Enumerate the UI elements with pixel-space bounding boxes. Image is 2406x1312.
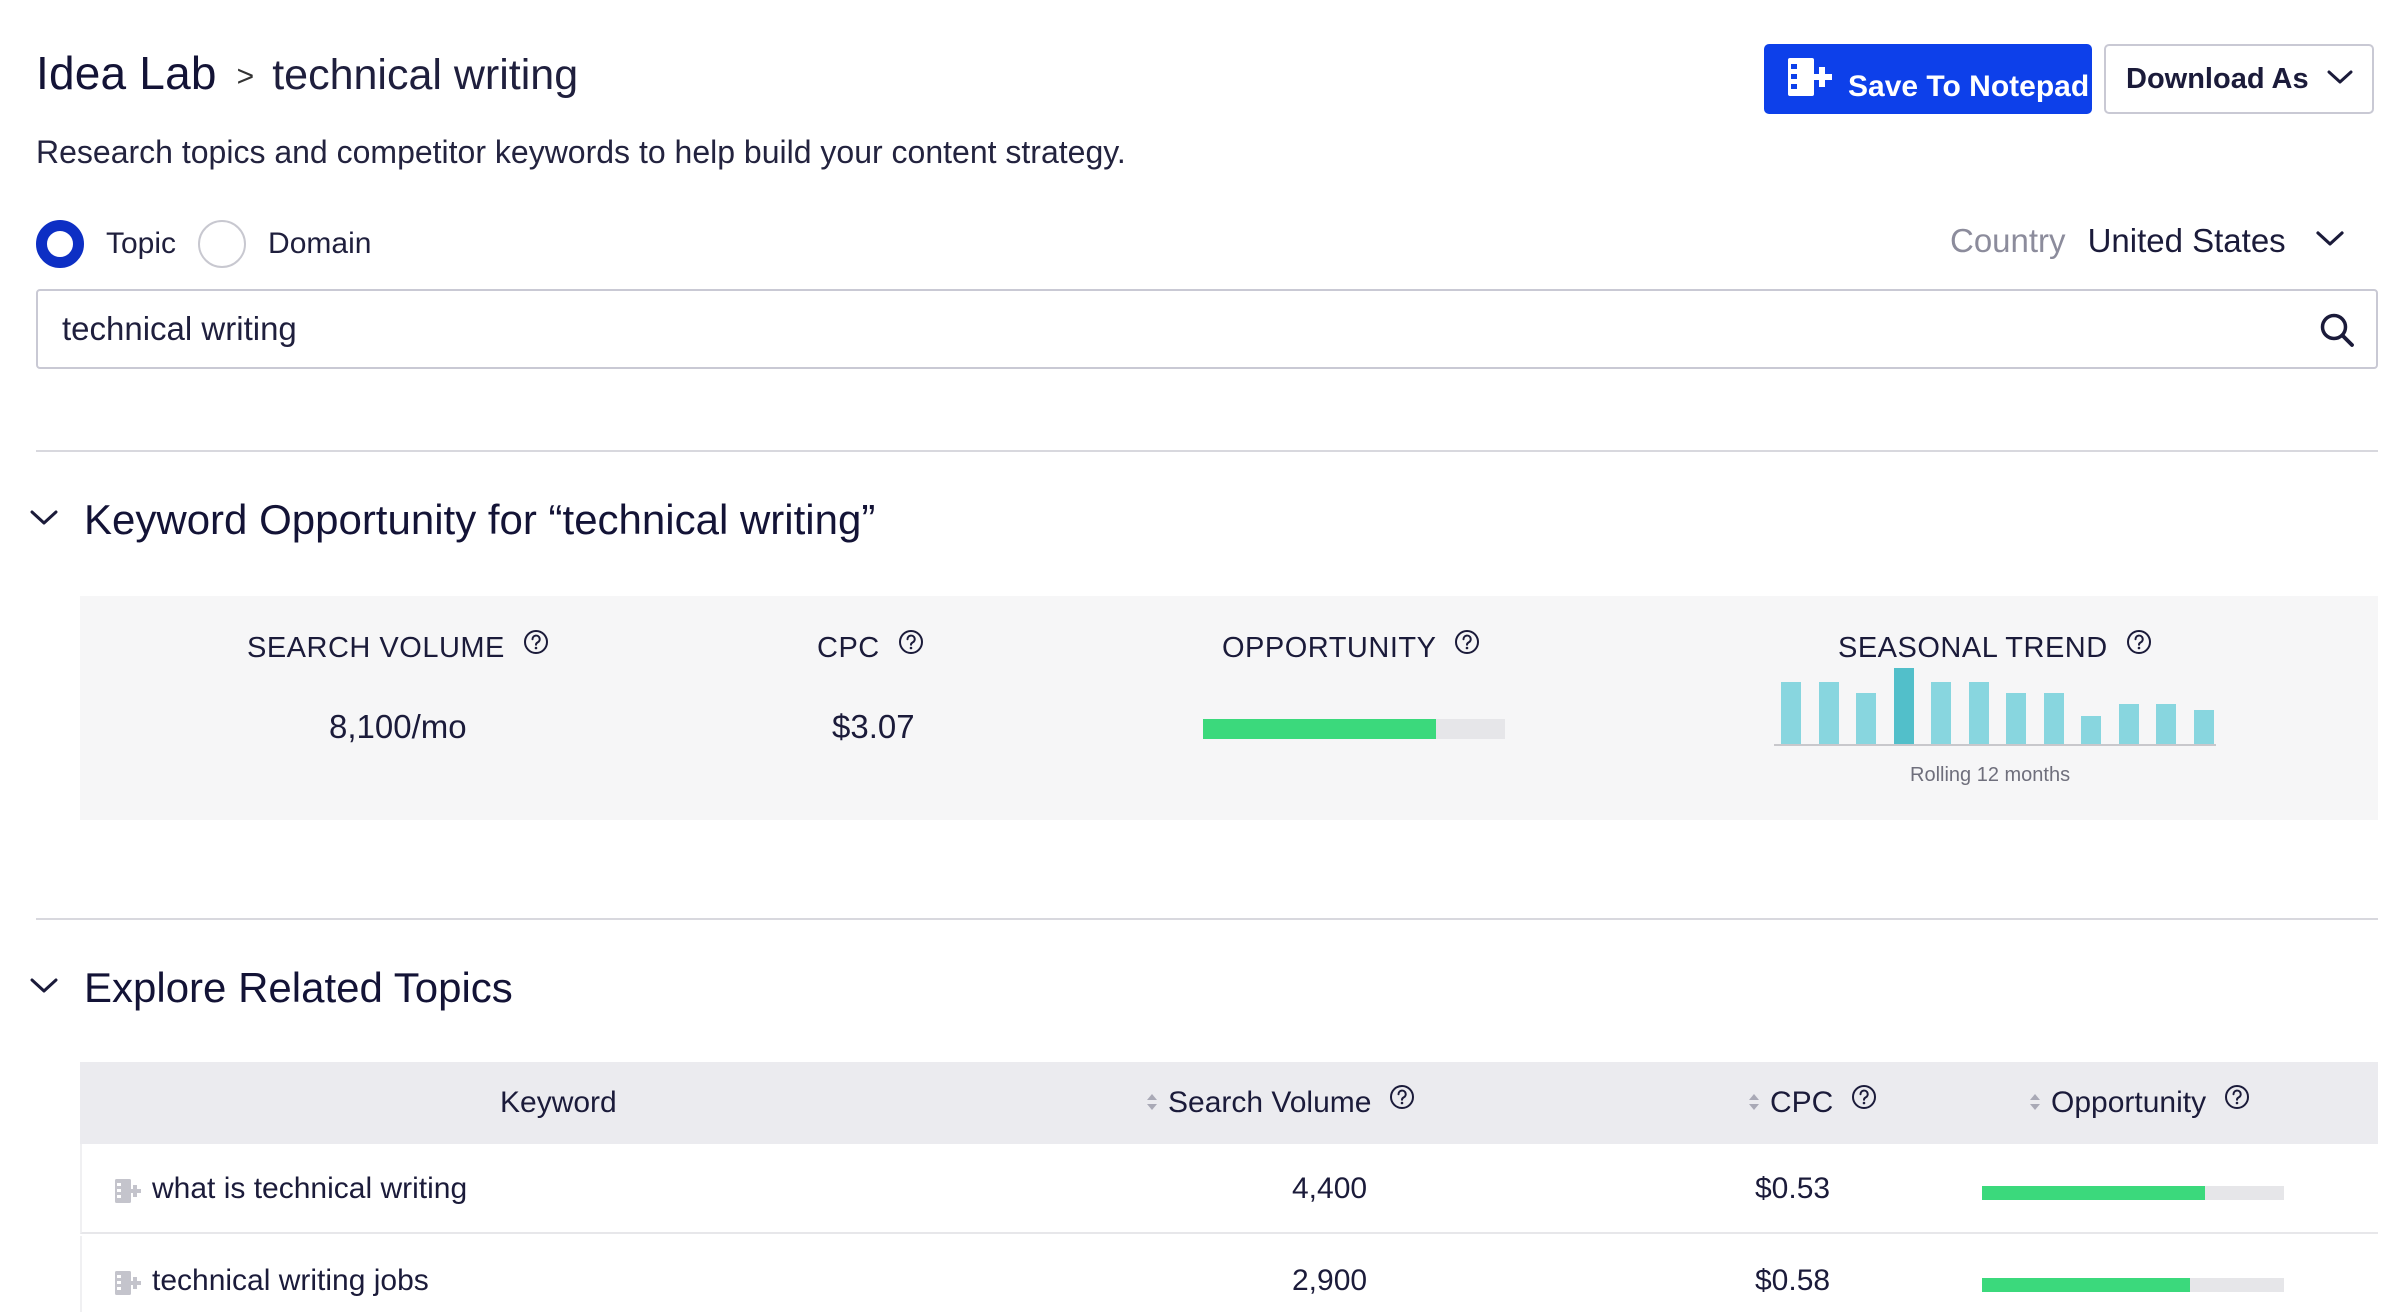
- trend-bar: [2006, 692, 2026, 744]
- help-icon[interactable]: [1454, 629, 1480, 660]
- column-keyword: Keyword: [500, 1086, 617, 1120]
- search-icon[interactable]: [2318, 311, 2356, 354]
- section-divider: [36, 450, 2378, 452]
- country-value: United States: [2087, 222, 2286, 259]
- opportunity-bar: [1203, 719, 1505, 739]
- add-to-notepad-icon[interactable]: [114, 1178, 142, 1209]
- search-input[interactable]: [62, 291, 2262, 367]
- trend-bar: [2118, 703, 2139, 744]
- opportunity-bar-fill: [1203, 719, 1436, 739]
- opportunity-bar: [1982, 1278, 2284, 1292]
- page-title: technical writing: [272, 51, 579, 99]
- search-box: [36, 289, 2378, 369]
- cpc-value: $3.07: [832, 708, 915, 745]
- radio-domain-label[interactable]: Domain: [268, 227, 371, 261]
- column-cpc[interactable]: CPC: [1748, 1084, 1877, 1120]
- cpc-metric: CPC: [817, 629, 924, 665]
- notepad-add-icon: [1786, 56, 1834, 103]
- sort-icon[interactable]: [1146, 1092, 1158, 1117]
- keyword-link[interactable]: what is technical writing: [152, 1172, 467, 1206]
- radio-domain[interactable]: [198, 220, 247, 268]
- seasonal-trend-caption: Rolling 12 months: [1910, 764, 2071, 786]
- help-icon[interactable]: [1851, 1084, 1877, 1115]
- cpc-cell: $0.58: [1755, 1264, 1831, 1297]
- country-label: Country: [1950, 222, 2066, 259]
- chevron-down-icon: [2286, 230, 2344, 253]
- search-mode-selector: Topic Domain: [36, 220, 393, 268]
- search-volume-cell: 2,900: [1292, 1264, 1368, 1297]
- help-icon[interactable]: [1389, 1084, 1415, 1115]
- opportunity-bar-fill: [1982, 1278, 2191, 1292]
- download-as-dropdown[interactable]: Download As: [2104, 44, 2374, 114]
- trend-bar: [1968, 681, 1989, 744]
- trend-bar: [2081, 716, 2101, 744]
- app-title[interactable]: Idea Lab: [36, 46, 217, 100]
- save-to-notepad-button[interactable]: Save To Notepad: [1764, 44, 2092, 114]
- seasonal-trend-sparkbars: [1774, 660, 2216, 746]
- trend-bar: [1893, 668, 1914, 744]
- keyword-opportunity-header[interactable]: Keyword Opportunity for “technical writi…: [30, 496, 875, 544]
- section-title: Keyword Opportunity for “technical writi…: [84, 496, 876, 543]
- page-subtitle: Research topics and competitor keywords …: [36, 134, 1126, 170]
- trend-bar: [1781, 681, 1801, 744]
- help-icon[interactable]: [523, 629, 549, 660]
- trend-bar: [2193, 709, 2214, 744]
- opportunity-metric: OPPORTUNITY: [1222, 629, 1480, 665]
- help-icon[interactable]: [2126, 629, 2152, 660]
- trend-baseline: [1774, 744, 2216, 746]
- column-keyword-label: Keyword: [500, 1086, 617, 1119]
- cpc-cell: $0.53: [1755, 1172, 1831, 1205]
- breadcrumb-separator: >: [236, 60, 255, 93]
- opportunity-label: OPPORTUNITY: [1222, 632, 1437, 664]
- column-cpc-label: CPC: [1770, 1086, 1834, 1119]
- trend-bar: [1856, 692, 1876, 744]
- breadcrumb: Idea Lab > technical writing: [36, 46, 578, 100]
- section-title: Explore Related Topics: [84, 964, 513, 1011]
- help-icon[interactable]: [898, 629, 924, 660]
- search-volume-value: 8,100/mo: [329, 708, 467, 745]
- trend-bar: [2156, 703, 2176, 744]
- chevron-down-icon: [2309, 69, 2353, 90]
- chevron-down-icon[interactable]: [30, 977, 58, 1000]
- download-as-label: Download As: [2126, 62, 2309, 95]
- sort-icon[interactable]: [2029, 1092, 2041, 1117]
- radio-topic-label[interactable]: Topic: [106, 227, 176, 261]
- chevron-down-icon[interactable]: [30, 509, 58, 532]
- section-divider: [36, 918, 2378, 920]
- search-volume-cell: 4,400: [1292, 1172, 1368, 1205]
- column-search-volume[interactable]: Search Volume: [1146, 1084, 1415, 1120]
- opportunity-bar-fill: [1982, 1186, 2206, 1200]
- idea-lab-page: Idea Lab > technical writing Research to…: [0, 0, 2406, 1312]
- country-select[interactable]: Country United States: [1950, 222, 2344, 260]
- sort-icon[interactable]: [1748, 1092, 1760, 1117]
- column-search-volume-label: Search Volume: [1168, 1086, 1372, 1119]
- search-volume-metric: SEARCH VOLUME: [247, 629, 549, 665]
- cpc-label: CPC: [817, 632, 880, 664]
- trend-bar: [2043, 692, 2064, 744]
- trend-bar: [1931, 681, 1951, 744]
- column-opportunity[interactable]: Opportunity: [2029, 1084, 2250, 1120]
- opportunity-bar: [1982, 1186, 2284, 1200]
- save-to-notepad-label: Save To Notepad: [1848, 70, 2090, 103]
- search-volume-label: SEARCH VOLUME: [247, 632, 505, 664]
- trend-bar: [1818, 681, 1839, 744]
- help-icon[interactable]: [2224, 1084, 2250, 1115]
- related-topics-header[interactable]: Explore Related Topics: [30, 964, 513, 1012]
- add-to-notepad-icon[interactable]: [114, 1270, 142, 1301]
- column-opportunity-label: Opportunity: [2051, 1086, 2207, 1119]
- keyword-link[interactable]: technical writing jobs: [152, 1264, 429, 1298]
- radio-topic[interactable]: [36, 220, 84, 268]
